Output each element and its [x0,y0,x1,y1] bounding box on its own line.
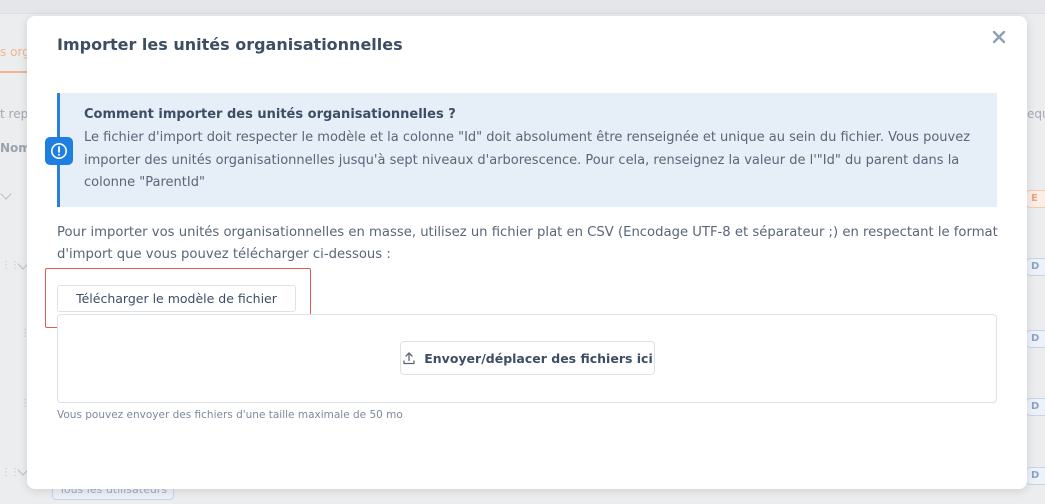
modal-title: Importer les unités organisationnelles [57,35,403,54]
background-tab-underline [0,71,30,73]
file-dropzone[interactable]: Envoyer/déplacer des fichiers ici [57,314,997,403]
import-modal: Importer les unités organisationnelles C… [27,16,1027,489]
drag-handle-icon: ⋮⋮ [1,260,20,271]
info-body: Le fichier d'import doit respecter le mo… [84,130,971,190]
info-panel: Comment importer des unités organisation… [45,93,997,207]
status-badge: D [1026,467,1045,485]
file-size-hint: Vous pouvez envoyer des fichiers d'une t… [57,409,403,421]
status-badge: D [1026,398,1045,416]
close-icon [992,30,1006,44]
drag-handle-icon: ⋮⋮ [1,467,20,478]
close-button[interactable] [991,29,1009,47]
status-badge: E [1026,190,1045,208]
background-topbar [0,0,1045,14]
download-template-button[interactable]: Télécharger le modèle de fichier [57,285,296,312]
status-badge: D [1026,258,1045,276]
upload-files-button[interactable]: Envoyer/déplacer des fichiers ici [400,341,655,375]
status-badge: D [1026,330,1045,348]
chevron-down-icon [0,188,12,200]
exclamation-circle-icon [45,137,73,165]
background-right-header: equ [1027,107,1045,121]
background-column-header: t rep [0,107,29,121]
import-description: Pour importer vos unités organisationnel… [57,225,998,262]
background-tab-label: s org [0,45,30,59]
upload-icon [403,352,415,365]
upload-files-label: Envoyer/déplacer des fichiers ici [424,350,653,366]
info-title: Comment importer des unités organisation… [84,107,456,122]
